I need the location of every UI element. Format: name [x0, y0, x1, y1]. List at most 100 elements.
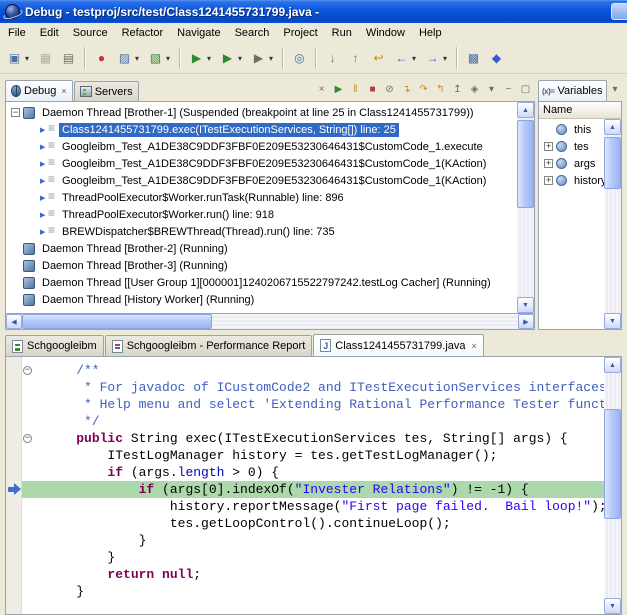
debug-tree-row[interactable]: Daemon Thread [Brother-3] (Running) [6, 257, 517, 274]
disconnect-button[interactable]: ⊘ [382, 82, 397, 97]
debug-tree-row[interactable]: Daemon Thread [[User Group 1][000001]124… [6, 274, 517, 291]
code-line[interactable]: ITestLogManager history = tes.getTestLog… [22, 447, 604, 464]
resume-button[interactable]: ▶ [331, 82, 346, 97]
run-button[interactable]: ▶▾ [216, 46, 247, 70]
scroll-right-icon[interactable]: ▶ [518, 314, 534, 329]
step-return-button[interactable]: ↰ [433, 82, 448, 97]
scroll-up-icon[interactable]: ▲ [604, 119, 621, 135]
use-step-filters-button[interactable]: ◈ [467, 82, 482, 97]
dropdown-arrow-icon[interactable]: ▾ [23, 54, 31, 63]
menu-refactor[interactable]: Refactor [115, 24, 171, 42]
scroll-track[interactable] [517, 118, 534, 297]
debug-tree-row[interactable]: Googleibm_Test_A1DE38C9DDF3FBF0E209E5323… [6, 155, 517, 172]
scroll-up-icon[interactable]: ▲ [604, 357, 621, 373]
scroll-track[interactable] [604, 373, 621, 598]
step-over-button[interactable]: ↷ [416, 82, 431, 97]
tree-expander[interactable]: + [544, 142, 553, 151]
debug-horizontal-scrollbar[interactable]: ◀ ▶ [5, 314, 535, 330]
print-button[interactable]: ▤ [57, 46, 80, 70]
code-line[interactable]: } [22, 532, 604, 549]
code-line[interactable]: − public String exec(ITestExecutionServi… [22, 430, 604, 447]
close-icon[interactable]: × [472, 341, 477, 351]
dropdown-arrow-icon[interactable]: ▾ [441, 54, 449, 63]
dropdown-arrow-icon[interactable]: ▾ [164, 54, 172, 63]
debug-button[interactable]: ▶▾ [185, 46, 216, 70]
terminate-button[interactable]: ■ [365, 82, 380, 97]
tab-variables[interactable]: (x)= Variables [538, 80, 607, 101]
code-line[interactable]: * For javadoc of ICustomCode2 and ITestE… [22, 379, 604, 396]
menu-source[interactable]: Source [66, 24, 115, 42]
code-line[interactable]: } [22, 583, 604, 600]
editor-lines[interactable]: − /** * For javadoc of ICustomCode2 and … [22, 357, 604, 614]
maximize-view-button[interactable]: ▢ [518, 82, 533, 97]
debug-tree-row[interactable]: Daemon Thread [Brother-2] (Running) [6, 240, 517, 257]
remove-all-terminated-button[interactable]: × [314, 82, 329, 97]
menu-run[interactable]: Run [325, 24, 359, 42]
editor-vertical-scrollbar[interactable]: ▲ ▼ [604, 357, 621, 614]
dropdown-arrow-icon[interactable]: ▾ [410, 54, 418, 63]
open-perspective-button[interactable]: ▩ [462, 46, 485, 70]
editor-annotation-ruler[interactable] [6, 357, 22, 614]
scroll-track[interactable] [22, 314, 518, 329]
debug-tree-row[interactable]: Googleibm_Test_A1DE38C9DDF3FBF0E209E5323… [6, 138, 517, 155]
tree-expander[interactable]: + [544, 176, 553, 185]
editor-tab-schgoogleibm-performance-report[interactable]: Schgoogleibm - Performance Report [105, 335, 313, 356]
variables-row[interactable]: +args [539, 155, 604, 172]
back-button[interactable]: ←▾ [390, 46, 421, 70]
new-wizard-button[interactable]: ▣▾ [3, 46, 34, 70]
scroll-down-icon[interactable]: ▼ [604, 313, 621, 329]
close-icon[interactable]: × [61, 86, 66, 96]
view-menu-button[interactable]: ▾ [608, 82, 623, 97]
dropdown-arrow-icon[interactable]: ▾ [267, 54, 275, 63]
suspend-button[interactable]: ‖ [348, 82, 363, 97]
editor-tab-schgoogleibm[interactable]: Schgoogleibm [5, 335, 104, 356]
tree-expander[interactable]: + [544, 159, 553, 168]
code-line[interactable]: if (args[0].indexOf("Invester Relations"… [22, 481, 604, 498]
forward-button[interactable]: →▾ [421, 46, 452, 70]
search-button[interactable]: ◎ [288, 46, 311, 70]
variables-row[interactable]: this [539, 121, 604, 138]
scroll-thumb[interactable] [517, 120, 534, 208]
tree-expander[interactable]: − [11, 108, 20, 117]
variables-row[interactable]: +history [539, 172, 604, 189]
new-report-button[interactable]: ▧▾ [144, 46, 175, 70]
debug-tree-row[interactable]: ThreadPoolExecutor$Worker.run() line: 91… [6, 206, 517, 223]
last-edit-location-button[interactable]: ↩ [367, 46, 390, 70]
menu-edit[interactable]: Edit [33, 24, 66, 42]
scroll-up-icon[interactable]: ▲ [517, 102, 534, 118]
fold-marker-icon[interactable]: − [23, 366, 32, 375]
dropdown-arrow-icon[interactable]: ▾ [205, 54, 213, 63]
minimize-view-button[interactable]: − [501, 82, 516, 97]
code-line[interactable]: tes.getLoopControl().continueLoop(); [22, 515, 604, 532]
tab-debug[interactable]: Debug× [5, 80, 73, 101]
code-line[interactable]: history.reportMessage("First page failed… [22, 498, 604, 515]
menu-help[interactable]: Help [412, 24, 449, 42]
editor-tab-class1241455731799-java[interactable]: Class1241455731799.java× [313, 334, 484, 356]
new-performance-test-button[interactable]: ▨▾ [113, 46, 144, 70]
variables-tree[interactable]: this+tes+args+history [539, 119, 604, 329]
dropdown-arrow-icon[interactable]: ▾ [133, 54, 141, 63]
scroll-thumb[interactable] [604, 409, 621, 519]
drop-to-frame-button[interactable]: ↥ [450, 82, 465, 97]
scroll-left-icon[interactable]: ◀ [6, 314, 22, 329]
dropdown-arrow-icon[interactable]: ▾ [236, 54, 244, 63]
fold-marker-icon[interactable]: − [23, 434, 32, 443]
step-into-button[interactable]: ↴ [399, 82, 414, 97]
menu-project[interactable]: Project [276, 24, 324, 42]
scroll-down-icon[interactable]: ▼ [517, 297, 534, 313]
debug-tree-row[interactable]: −Daemon Thread [Brother-1] (Suspended (b… [6, 104, 517, 121]
menu-navigate[interactable]: Navigate [170, 24, 227, 42]
code-line[interactable]: if (args.length > 0) { [22, 464, 604, 481]
code-line[interactable]: − /** [22, 362, 604, 379]
scroll-down-icon[interactable]: ▼ [604, 598, 621, 614]
debug-tree-row[interactable]: Daemon Thread [History Worker] (Running) [6, 291, 517, 308]
title-bar[interactable]: Debug - testproj/src/test/Class124145573… [0, 0, 627, 23]
external-tools-button[interactable]: ▶▾ [247, 46, 278, 70]
previous-annotation-button[interactable]: ↑ [344, 46, 367, 70]
menu-search[interactable]: Search [228, 24, 277, 42]
menu-window[interactable]: Window [359, 24, 412, 42]
scroll-track[interactable] [604, 135, 621, 313]
debug-tree-row[interactable]: BREWDispatcher$BREWThread(Thread).run() … [6, 223, 517, 240]
code-line[interactable]: */ [22, 413, 604, 430]
debug-tree[interactable]: −Daemon Thread [Brother-1] (Suspended (b… [6, 102, 517, 313]
